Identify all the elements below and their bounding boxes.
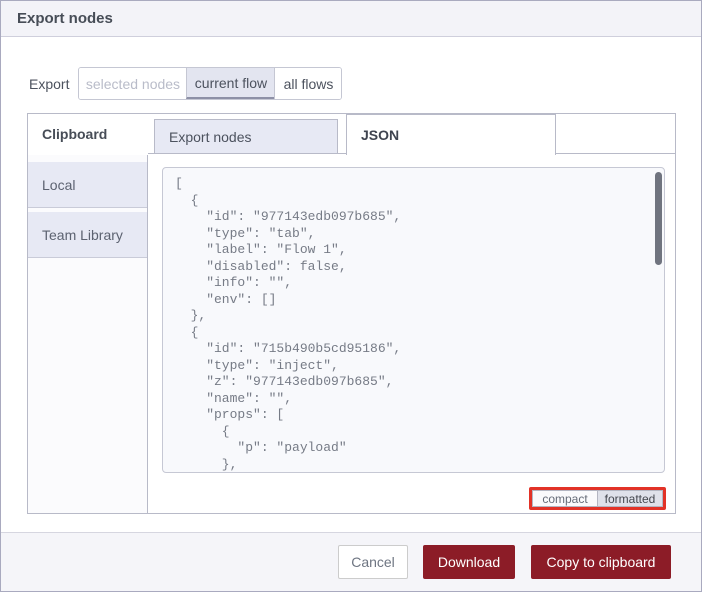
cancel-button[interactable]: Cancel — [338, 545, 408, 579]
dialog-header: Export nodes — [1, 1, 701, 37]
export-option-all-flows[interactable]: all flows — [274, 68, 342, 99]
export-scope-button-group: selected nodes current flow all flows — [78, 67, 343, 100]
compact-button[interactable]: compact — [533, 491, 597, 506]
sidebar-header-clipboard: Clipboard — [28, 114, 148, 154]
sidebar-item-team-library[interactable]: Team Library — [28, 212, 147, 258]
download-button[interactable]: Download — [423, 545, 515, 579]
tab-json[interactable]: JSON — [346, 114, 556, 155]
clipboard-sidebar: Local Team Library — [28, 155, 148, 513]
dialog-footer: Cancel Download Copy to clipboard — [1, 532, 701, 591]
formatted-button[interactable]: formatted — [597, 491, 662, 506]
export-nodes-dialog: Export nodes Export selected nodes curre… — [0, 0, 702, 592]
tab-export-nodes[interactable]: Export nodes — [154, 119, 338, 154]
format-toggle-annotation-box: compact formatted — [529, 487, 666, 510]
sidebar-item-local[interactable]: Local — [28, 162, 147, 208]
scrollbar-thumb[interactable] — [655, 172, 662, 265]
export-option-selected-nodes[interactable]: selected nodes — [79, 68, 187, 99]
export-option-current-flow[interactable]: current flow — [186, 68, 275, 99]
dialog-title: Export nodes — [17, 10, 113, 27]
format-toggle-group: compact formatted — [532, 490, 663, 507]
json-code-content: [ { "id": "977143edb097b685", "type": "t… — [175, 176, 402, 472]
json-export-textarea[interactable]: [ { "id": "977143edb097b685", "type": "t… — [162, 167, 665, 473]
copy-to-clipboard-button[interactable]: Copy to clipboard — [531, 545, 671, 579]
export-label: Export — [29, 75, 70, 92]
export-scope-row: Export selected nodes current flow all f… — [29, 67, 343, 100]
clipboard-panel: Clipboard Export nodes JSON Local Team L… — [27, 113, 676, 514]
